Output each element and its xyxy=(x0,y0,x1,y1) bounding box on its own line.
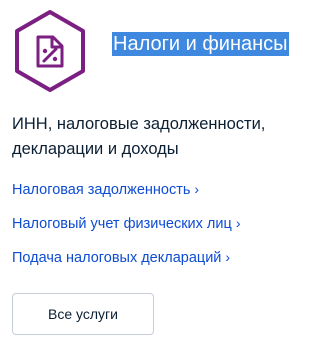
service-links: Налоговая задолженность › Налоговый учет … xyxy=(12,177,308,279)
link-tax-registration[interactable]: Налоговый учет физических лиц › xyxy=(12,211,308,245)
link-tax-declarations[interactable]: Подача налоговых деклараций › xyxy=(12,245,308,279)
category-title[interactable]: Налоги и финансы xyxy=(112,32,289,56)
category-description: ИНН, налоговые задолженности, декларации… xyxy=(12,115,266,158)
chevron-right-icon: › xyxy=(235,215,241,231)
link-tax-debt[interactable]: Налоговая задолженность › xyxy=(12,177,308,211)
chevron-right-icon: › xyxy=(225,249,231,265)
tax-document-icon xyxy=(12,8,88,94)
link-label: Налоговый учет физических лиц xyxy=(12,216,232,232)
link-label: Налоговая задолженность xyxy=(12,182,191,198)
chevron-right-icon: › xyxy=(194,181,200,197)
all-services-button[interactable]: Все услуги xyxy=(12,293,154,335)
link-label: Подача налоговых деклараций xyxy=(12,250,222,266)
service-category-card: Налоги и финансы ИНН, налоговые задолжен… xyxy=(0,0,312,350)
